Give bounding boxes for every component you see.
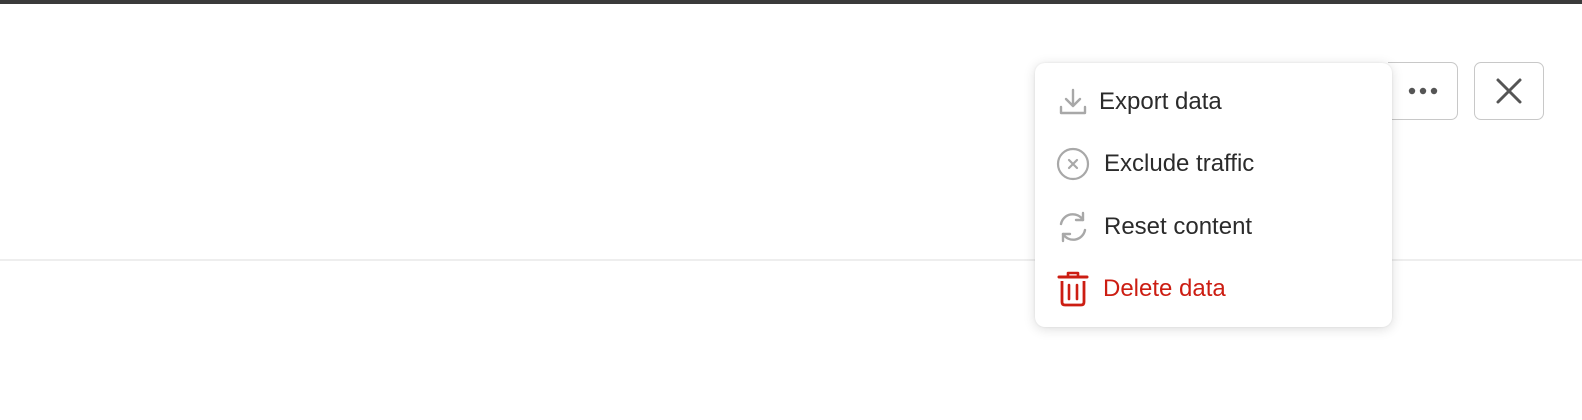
- close-icon: [1496, 78, 1522, 104]
- refresh-icon: [1055, 209, 1091, 245]
- menu-item-label: Reset content: [1104, 213, 1253, 240]
- menu-item-label: Exclude traffic: [1104, 150, 1255, 177]
- download-icon: [1055, 84, 1091, 120]
- menu-item-reset-content[interactable]: Reset content: [1035, 196, 1392, 258]
- circle-x-icon: [1055, 146, 1091, 182]
- menu-item-delete-data[interactable]: Delete data: [1035, 258, 1392, 320]
- menu-item-label: Export data: [1099, 88, 1222, 115]
- trash-icon: [1055, 271, 1091, 307]
- page: Export data Exclude traffic Reset conten…: [0, 0, 1582, 420]
- close-button[interactable]: [1474, 62, 1544, 120]
- actions-menu: Export data Exclude traffic Reset conten…: [1035, 63, 1392, 327]
- top-bar: [0, 0, 1582, 4]
- more-horizontal-icon: [1408, 87, 1437, 95]
- menu-item-export-data[interactable]: Export data: [1035, 71, 1392, 133]
- menu-item-exclude-traffic[interactable]: Exclude traffic: [1035, 133, 1392, 195]
- more-options-button[interactable]: [1388, 62, 1458, 120]
- menu-item-label: Delete data: [1103, 275, 1226, 302]
